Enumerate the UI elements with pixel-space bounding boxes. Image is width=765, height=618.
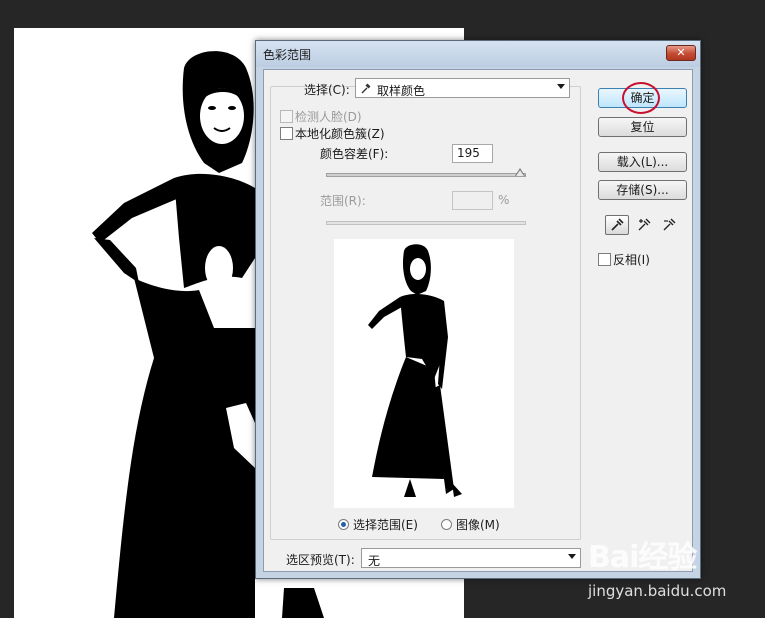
range-slider-track	[326, 221, 526, 225]
annotation-circle	[622, 82, 660, 114]
reset-button[interactable]: 复位	[598, 117, 687, 137]
eyedropper-tool-button[interactable]	[605, 215, 629, 235]
add-sample-tool-button[interactable]	[633, 215, 657, 235]
preview-silhouette	[368, 244, 462, 497]
dialog-titlebar[interactable]: 色彩范围 ✕	[256, 41, 700, 67]
select-label: 选择(C):	[304, 83, 350, 97]
chevron-down-icon	[557, 84, 565, 89]
eyedropper-icon	[361, 83, 371, 94]
selection-preview-label: 选区预览(T):	[286, 553, 355, 567]
baidu-watermark: Bai经验 jingyan.baidu.com	[588, 532, 726, 600]
close-button[interactable]: ✕	[666, 45, 696, 61]
selection-preview-dropdown[interactable]: 无	[361, 548, 581, 568]
watermark-logo: Bai经验	[588, 540, 697, 575]
image-radio-label: 图像(M)	[456, 518, 500, 532]
selection-radio-label: 选择范围(E)	[353, 518, 418, 532]
fuzziness-label: 颜色容差(F):	[320, 147, 389, 161]
eyedropper-icon	[611, 218, 624, 231]
detect-faces-label: 检测人脸(D)	[295, 110, 362, 124]
range-unit: %	[498, 193, 510, 207]
save-button[interactable]: 存储(S)...	[598, 180, 687, 200]
invert-checkbox[interactable]	[598, 253, 611, 266]
subtract-sample-tool-button[interactable]	[658, 215, 682, 235]
detect-faces-checkbox[interactable]	[280, 110, 293, 123]
selection-radio[interactable]	[338, 519, 349, 530]
watermark-url: jingyan.baidu.com	[588, 582, 727, 600]
load-button[interactable]: 载入(L)...	[598, 152, 687, 172]
chevron-down-icon	[568, 554, 576, 559]
eyedropper-plus-icon	[638, 218, 651, 231]
image-radio[interactable]	[441, 519, 452, 530]
localized-clusters-checkbox[interactable]	[280, 127, 293, 140]
eyedropper-minus-icon	[663, 218, 676, 231]
range-label: 范围(R):	[320, 194, 366, 208]
select-value: 取样颜色	[377, 84, 426, 98]
range-input	[452, 191, 493, 210]
invert-label: 反相(I)	[613, 253, 650, 267]
color-range-dialog: 色彩范围 ✕ 选择(C): 取样颜色 检测人脸(D) 本地化颜色簇(Z) 颜色容…	[255, 40, 701, 579]
dialog-title: 色彩范围	[263, 48, 312, 62]
select-dropdown[interactable]: 取样颜色	[355, 78, 570, 98]
fuzziness-input[interactable]: 195	[452, 144, 493, 163]
fuzziness-slider-track[interactable]	[326, 173, 526, 177]
localized-clusters-label: 本地化颜色簇(Z)	[295, 127, 385, 141]
dialog-client: 选择(C): 取样颜色 检测人脸(D) 本地化颜色簇(Z) 颜色容差(F): 1…	[263, 69, 693, 572]
preview-image	[334, 239, 514, 508]
selection-preview-value: 无	[368, 554, 381, 568]
fuzziness-slider-thumb[interactable]	[515, 168, 525, 176]
